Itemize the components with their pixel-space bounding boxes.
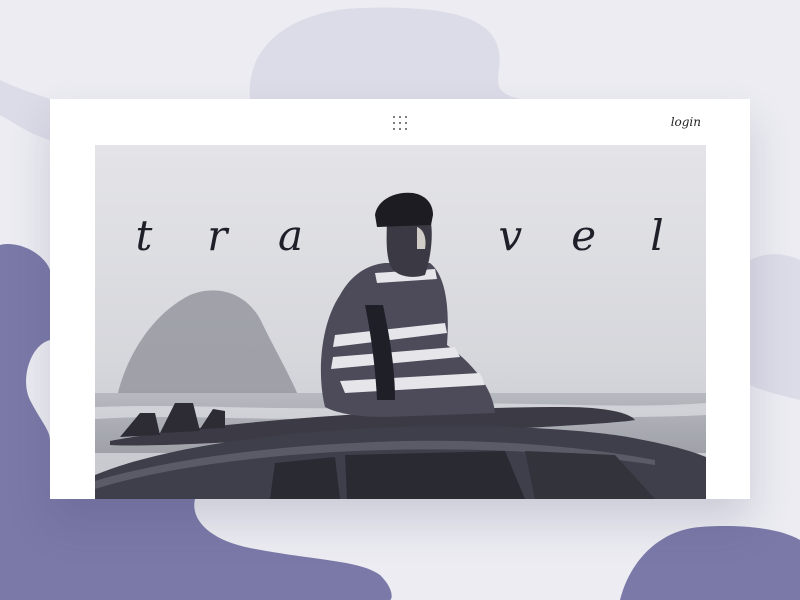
grid-dot: [399, 122, 401, 124]
login-link[interactable]: login: [671, 115, 701, 129]
left-top-blob-shape: [0, 80, 50, 140]
grid-menu-icon[interactable]: [392, 115, 410, 133]
bottom-purple-blob-shape: [50, 499, 392, 600]
grid-dot: [405, 128, 407, 130]
grid-dot: [393, 122, 395, 124]
grid-dot: [399, 116, 401, 118]
left-purple-blob-shape: [0, 244, 50, 600]
right-blob-shape: [750, 254, 800, 400]
landing-card: login t r a v e l: [50, 99, 750, 499]
bottom-right-purple-blob-shape: [620, 526, 800, 600]
grid-dot: [405, 122, 407, 124]
hero-photo: [95, 145, 706, 499]
grid-dot: [405, 116, 407, 118]
grid-dot: [393, 116, 395, 118]
hero-image: t r a v e l: [95, 145, 706, 499]
top-blob-shape: [249, 7, 520, 99]
grid-dot: [399, 128, 401, 130]
grid-dot: [393, 128, 395, 130]
